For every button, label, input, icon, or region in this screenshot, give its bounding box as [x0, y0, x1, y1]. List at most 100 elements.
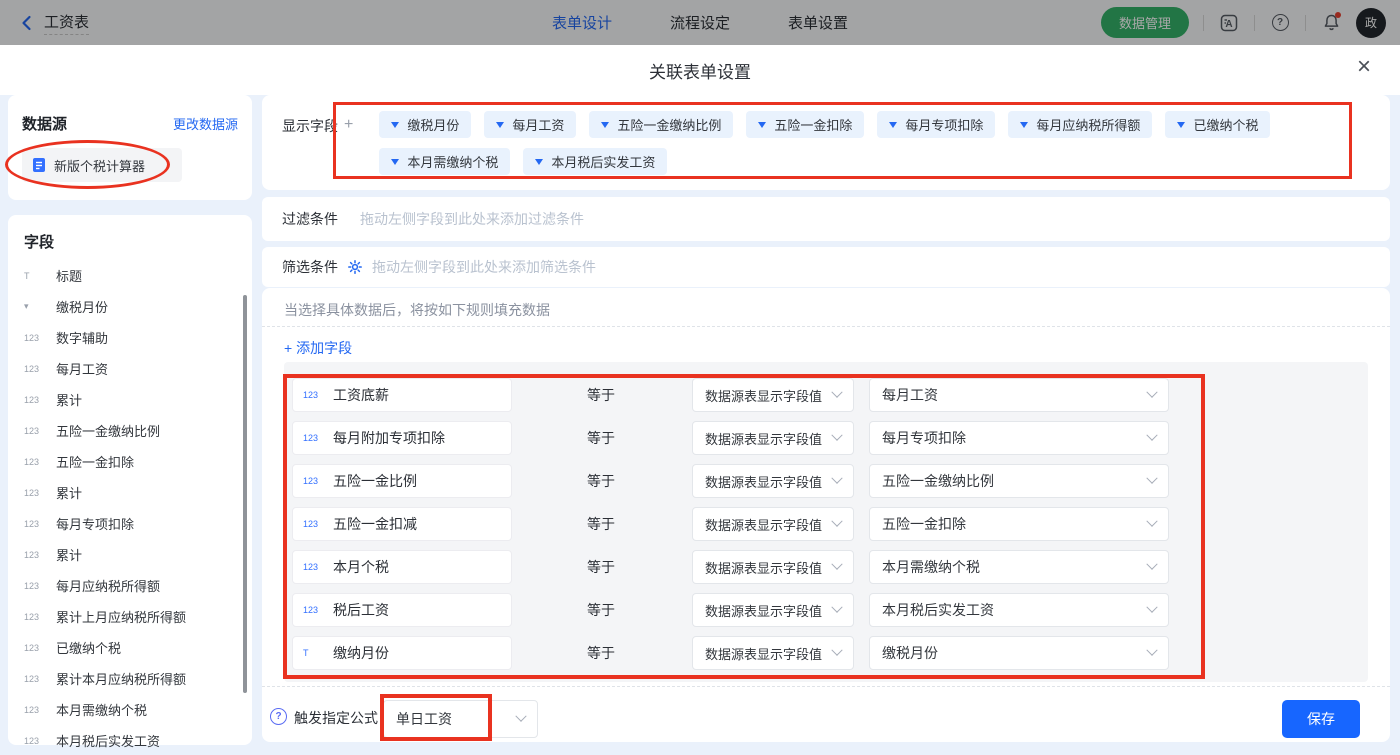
formula-help-icon[interactable]: ?	[270, 708, 287, 725]
rule-target-field[interactable]: 123 五险一金扣减	[292, 507, 512, 541]
rule-operator: 等于	[587, 514, 615, 534]
display-field-chip[interactable]: 本月税后实发工资	[523, 148, 667, 175]
save-button[interactable]: 保存	[1282, 700, 1360, 738]
filter-condition-dropzone[interactable]: 拖动左侧字段到此处来添加过滤条件	[360, 209, 584, 229]
chevron-down-icon	[535, 159, 543, 165]
rule-source-type-select[interactable]: 数据源表显示字段值	[692, 421, 854, 455]
field-type-icon: 123	[24, 550, 48, 560]
field-list-item[interactable]: T 标题	[24, 260, 252, 291]
divider	[262, 326, 1390, 327]
display-field-chip[interactable]: 每月工资	[484, 111, 576, 138]
display-field-chip[interactable]: 已缴纳个税	[1165, 111, 1270, 138]
field-list-item[interactable]: 123 每月应纳税所得额	[24, 570, 252, 601]
field-list-item[interactable]: 123 数字辅助	[24, 322, 252, 353]
datasource-title: 数据源	[22, 113, 67, 134]
rule-target-field[interactable]: 123 每月附加专项扣除	[292, 421, 512, 455]
display-field-chip[interactable]: 五险一金缴纳比例	[589, 111, 733, 138]
rule-source-field-select[interactable]: 五险一金扣除	[869, 507, 1169, 541]
scrollbar-thumb[interactable]	[243, 295, 247, 693]
field-type-icon: 123	[24, 612, 48, 622]
chevron-down-icon	[515, 711, 526, 722]
display-field-chip[interactable]: 每月专项扣除	[877, 111, 995, 138]
display-field-chip[interactable]: 缴税月份	[379, 111, 471, 138]
field-type-icon: T	[24, 271, 48, 281]
change-datasource-link[interactable]: 更改数据源	[173, 114, 238, 133]
trigger-formula-select[interactable]: 单日工资	[383, 700, 538, 738]
rule-target-field[interactable]: 123 工资底薪	[292, 378, 512, 412]
screen-condition-dropzone[interactable]: 拖动左侧字段到此处来添加筛选条件	[372, 257, 596, 277]
field-list-item[interactable]: ▾ 缴税月份	[24, 291, 252, 322]
field-list-item[interactable]: 123 累计本月应纳税所得额	[24, 663, 252, 694]
rule-source-field-select[interactable]: 每月专项扣除	[869, 421, 1169, 455]
close-icon[interactable]: ×	[1350, 53, 1378, 81]
add-field-button[interactable]: + 添加字段	[284, 338, 352, 358]
rule-target-field[interactable]: 123 五险一金比例	[292, 464, 512, 498]
chevron-down-icon	[1146, 645, 1157, 656]
fields-title: 字段	[24, 231, 252, 252]
rule-source-type-select[interactable]: 数据源表显示字段值	[692, 636, 854, 670]
gear-icon[interactable]	[348, 260, 362, 274]
modal-header: 关联表单设置 ×	[0, 45, 1400, 95]
field-list-item[interactable]: 123 每月专项扣除	[24, 508, 252, 539]
divider	[262, 686, 1390, 687]
datasource-name: 新版个税计算器	[54, 156, 145, 175]
field-type-icon: 123	[24, 488, 48, 498]
field-type-icon: 123	[24, 333, 48, 343]
chevron-down-icon	[496, 122, 504, 128]
field-type-icon: 123	[24, 426, 48, 436]
add-display-field-button[interactable]: +	[344, 116, 353, 134]
chevron-down-icon	[1020, 122, 1028, 128]
field-list-item[interactable]: 123 本月需缴纳个税	[24, 694, 252, 725]
field-type-icon: 123	[24, 457, 48, 467]
rule-source-type-select[interactable]: 数据源表显示字段值	[692, 464, 854, 498]
datasource-item[interactable]: 新版个税计算器	[22, 148, 182, 182]
field-list-item[interactable]: 123 五险一金扣除	[24, 446, 252, 477]
field-type-icon: 123	[24, 736, 48, 746]
rule-target-field[interactable]: T 缴纳月份	[292, 636, 512, 670]
rule-source-type-select[interactable]: 数据源表显示字段值	[692, 550, 854, 584]
chevron-down-icon	[831, 559, 842, 570]
rule-source-type-select[interactable]: 数据源表显示字段值	[692, 507, 854, 541]
field-list-item[interactable]: 123 已缴纳个税	[24, 632, 252, 663]
field-type-icon: 123	[24, 364, 48, 374]
datasource-panel: 数据源 更改数据源 新版个税计算器	[8, 95, 252, 200]
page: 工资表 表单设计 流程设定 表单设置 数据管理 A ?	[0, 0, 1400, 755]
top-bar: 工资表 表单设计 流程设定 表单设置 数据管理 A ?	[0, 0, 1400, 45]
rule-source-field-select[interactable]: 每月工资	[869, 378, 1169, 412]
rule-source-field-select[interactable]: 本月税后实发工资	[869, 593, 1169, 627]
fields-panel: 字段 T 标题 ▾ 缴税月份 123 数字辅助	[8, 215, 252, 745]
trigger-formula-label: 触发指定公式	[294, 708, 378, 728]
field-list-item[interactable]: 123 累计	[24, 384, 252, 415]
chevron-down-icon	[831, 473, 842, 484]
field-type-icon: 123	[24, 643, 48, 653]
rule-row: 123 每月附加专项扣除 等于 数据源表显示字段值 每月专项扣除	[284, 421, 1368, 455]
rule-row: 123 五险一金扣减 等于 数据源表显示字段值 五险一金扣除	[284, 507, 1368, 541]
display-field-chip[interactable]: 本月需缴纳个税	[379, 148, 510, 175]
chevron-down-icon	[1146, 473, 1157, 484]
field-list-item[interactable]: 123 累计	[24, 477, 252, 508]
field-type-icon: 123	[24, 395, 48, 405]
rule-target-field[interactable]: 123 本月个税	[292, 550, 512, 584]
rule-operator: 等于	[587, 471, 615, 491]
field-list-item[interactable]: 123 五险一金缴纳比例	[24, 415, 252, 446]
filter-condition-section: 过滤条件 拖动左侧字段到此处来添加过滤条件	[262, 197, 1390, 241]
display-field-chip[interactable]: 每月应纳税所得额	[1008, 111, 1152, 138]
rule-operator: 等于	[587, 600, 615, 620]
field-list-item[interactable]: 123 每月工资	[24, 353, 252, 384]
rules-block: 123 工资底薪 等于 数据源表显示字段值 每月工资	[284, 362, 1368, 682]
field-list-item[interactable]: 123 累计	[24, 539, 252, 570]
rule-source-field-select[interactable]: 五险一金缴纳比例	[869, 464, 1169, 498]
chevron-down-icon	[1177, 122, 1185, 128]
field-type-icon: 123	[303, 433, 323, 443]
rule-source-field-select[interactable]: 本月需缴纳个税	[869, 550, 1169, 584]
display-field-chip[interactable]: 五险一金扣除	[746, 111, 864, 138]
rule-source-type-select[interactable]: 数据源表显示字段值	[692, 593, 854, 627]
rule-source-type-select[interactable]: 数据源表显示字段值	[692, 378, 854, 412]
rule-source-field-select[interactable]: 缴税月份	[869, 636, 1169, 670]
field-list-item[interactable]: 123 本月税后实发工资	[24, 725, 252, 755]
field-type-icon: 123	[303, 519, 323, 529]
screen-condition-label: 筛选条件	[282, 257, 338, 277]
field-list-item[interactable]: 123 累计上月应纳税所得额	[24, 601, 252, 632]
rule-row: 123 五险一金比例 等于 数据源表显示字段值 五险一金缴纳比例	[284, 464, 1368, 498]
rule-target-field[interactable]: 123 税后工资	[292, 593, 512, 627]
